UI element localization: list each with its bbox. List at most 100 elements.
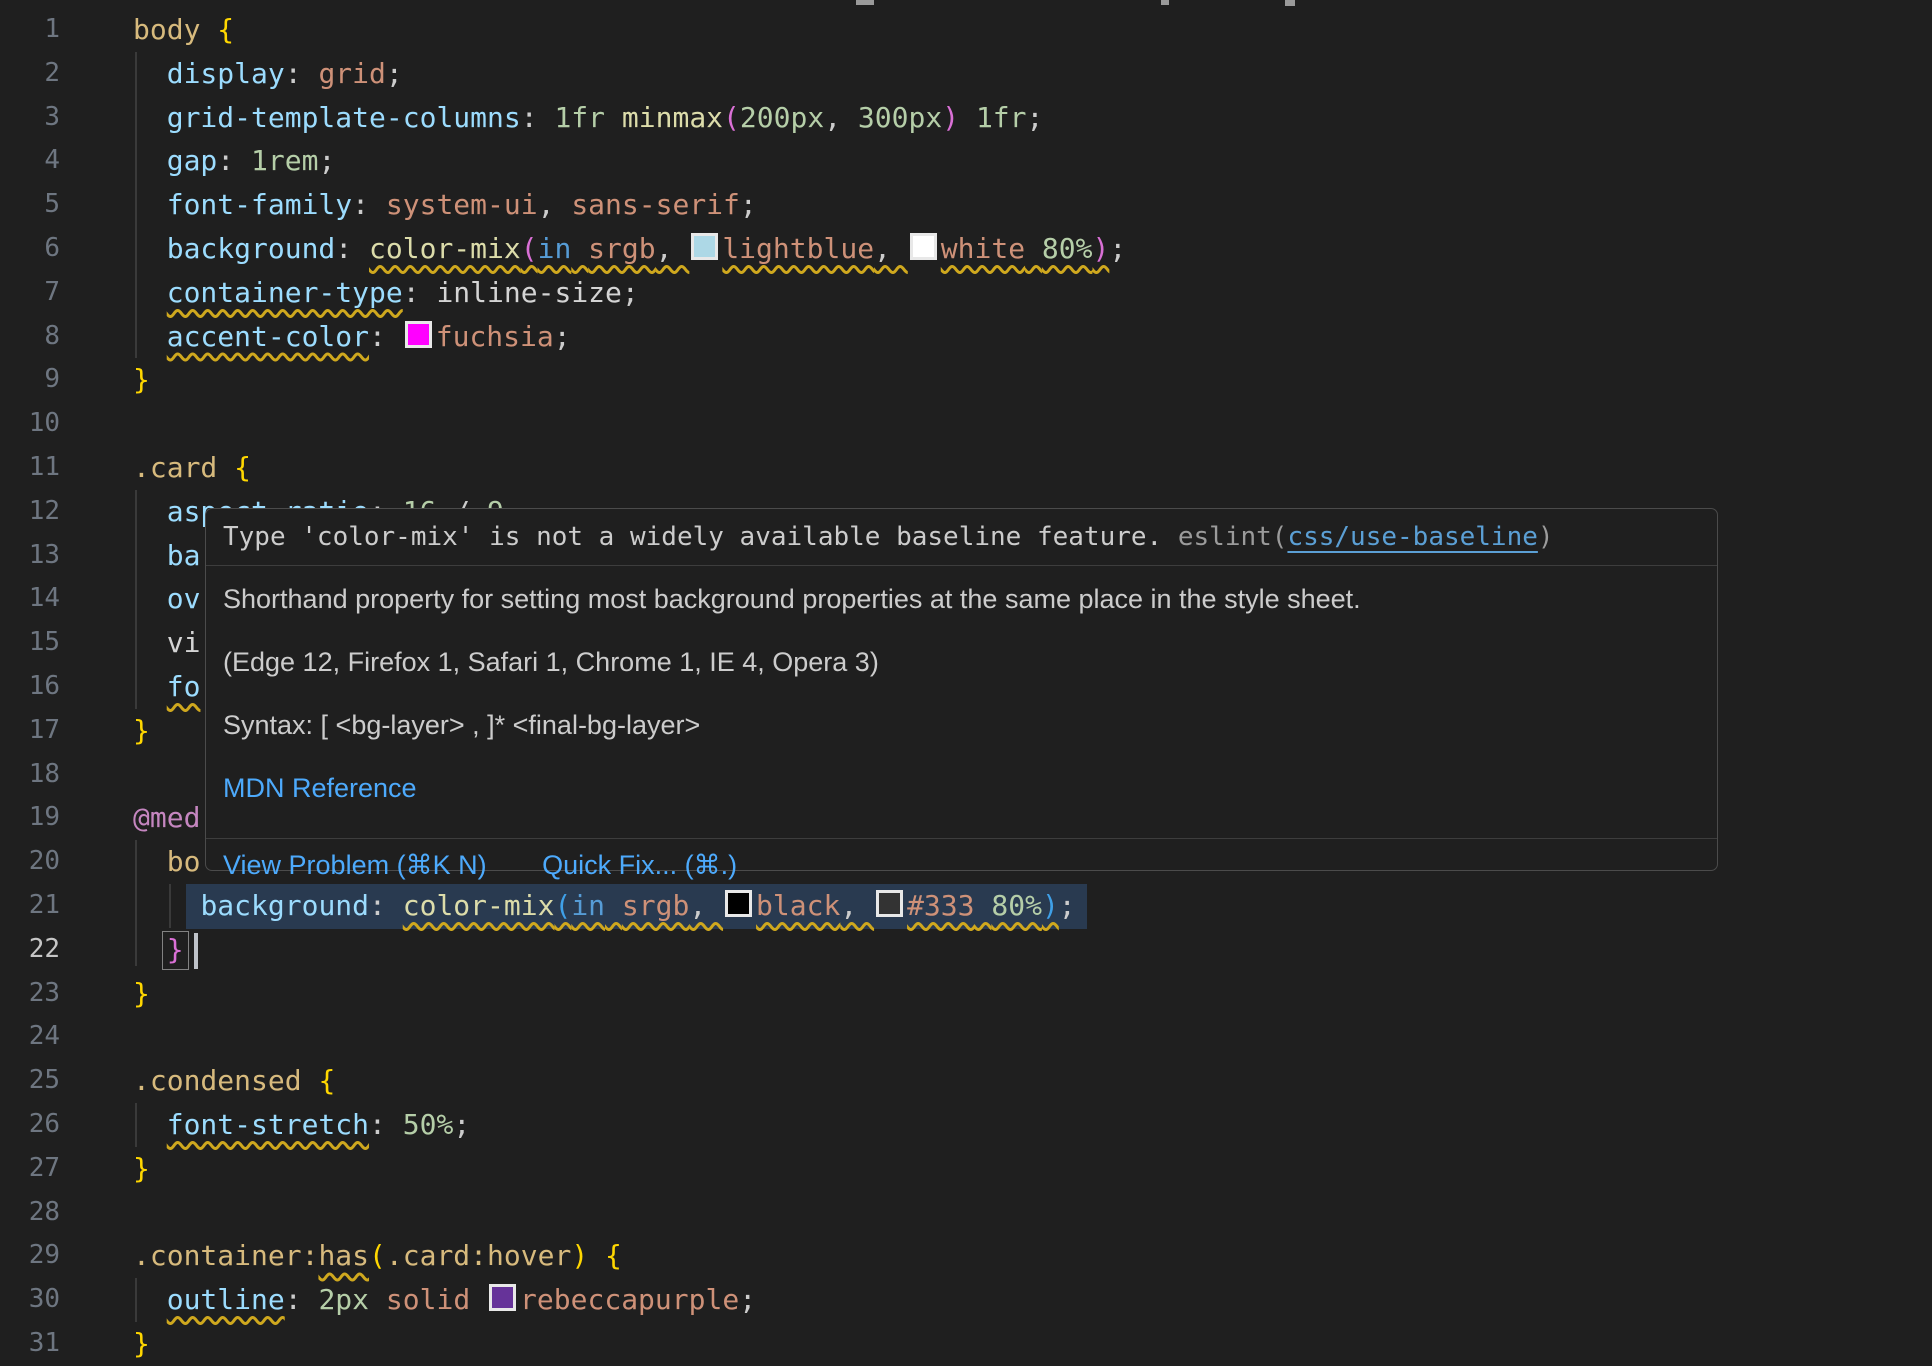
token: minmax [622, 101, 723, 134]
line-number: 19 [0, 796, 60, 840]
token: gap [167, 144, 218, 177]
line-content: .container:has(.card:hover) { [60, 1234, 622, 1278]
token: @med [133, 801, 200, 834]
token: : [403, 276, 437, 309]
line-content: accent-color: fuchsia; [60, 315, 571, 359]
color-swatch[interactable] [725, 890, 752, 917]
token: : [369, 889, 403, 922]
token: .card [133, 451, 217, 484]
line-content: .card { [60, 446, 251, 490]
clipped-line-fragment [856, 0, 874, 5]
token: ; [453, 1108, 470, 1141]
line-number: 1 [0, 8, 60, 52]
token [133, 626, 167, 659]
code-line[interactable]: 22 } [0, 928, 1932, 972]
token [133, 188, 167, 221]
code-line[interactable]: 30 outline: 2px solid rebeccapurple; [0, 1278, 1932, 1322]
quick-fix-action[interactable]: Quick Fix... (⌘.) [542, 852, 737, 879]
code-line[interactable]: 3 grid-template-columns: 1fr minmax(200p… [0, 96, 1932, 140]
code-line[interactable]: 1body { [0, 8, 1932, 52]
token: #333 [907, 889, 974, 922]
color-swatch[interactable] [691, 233, 718, 260]
token: ; [554, 320, 571, 353]
code-line[interactable]: 5 font-family: system-ui, sans-serif; [0, 183, 1932, 227]
token: 1fr [976, 101, 1027, 134]
token: display [167, 57, 285, 90]
view-problem-action[interactable]: View Problem (⌘K N) [223, 852, 487, 879]
code-line[interactable]: 9} [0, 358, 1932, 402]
token: color-mix [369, 232, 521, 265]
code-line[interactable]: 25.condensed { [0, 1059, 1932, 1103]
line-content: } [60, 1322, 150, 1366]
token: : [352, 188, 386, 221]
line-content: body { [60, 8, 234, 52]
mdn-reference-link[interactable]: MDN Reference [223, 773, 417, 803]
token: outline [167, 1283, 285, 1316]
line-number: 23 [0, 972, 60, 1016]
token [133, 539, 167, 572]
line-content [60, 1015, 133, 1059]
code-line[interactable]: 4 gap: 1rem; [0, 139, 1932, 183]
token: solid [386, 1283, 470, 1316]
color-swatch[interactable] [405, 321, 432, 348]
token: 80% [1042, 232, 1093, 265]
code-line[interactable]: 10 [0, 402, 1932, 446]
token: ; [318, 144, 335, 177]
line-number: 3 [0, 96, 60, 140]
token: , [824, 101, 858, 134]
token: .condensed [133, 1064, 302, 1097]
eslint-rule-link[interactable]: css/use-baseline [1287, 522, 1537, 552]
code-line[interactable]: 7 container-type: inline-size; [0, 271, 1932, 315]
code-line[interactable]: 27} [0, 1147, 1932, 1191]
token: body [133, 13, 200, 46]
color-swatch[interactable] [910, 233, 937, 260]
token [571, 232, 588, 265]
line-number: 21 [0, 884, 60, 928]
line-number: 25 [0, 1059, 60, 1103]
line-number: 24 [0, 1015, 60, 1059]
color-swatch[interactable] [876, 890, 903, 917]
token [470, 1283, 487, 1316]
token: ov [167, 582, 201, 615]
code-line[interactable]: 28 [0, 1191, 1932, 1235]
line-number: 12 [0, 490, 60, 534]
line-content: font-family: system-ui, sans-serif; [60, 183, 757, 227]
code-line[interactable]: 26 font-stretch: 50%; [0, 1103, 1932, 1147]
color-swatch[interactable] [489, 1284, 516, 1311]
token: black [756, 889, 840, 922]
code-line[interactable]: 31} [0, 1322, 1932, 1366]
token: 80% [991, 889, 1042, 922]
code-line[interactable]: 2 display: grid; [0, 52, 1932, 96]
code-line[interactable]: 29.container:has(.card:hover) { [0, 1234, 1932, 1278]
property-description: Shorthand property for setting most back… [223, 586, 1700, 613]
line-number: 30 [0, 1278, 60, 1322]
line-content: grid-template-columns: 1fr minmax(200px,… [60, 96, 1043, 140]
line-content: .condensed { [60, 1059, 335, 1103]
line-content: @med [60, 796, 200, 840]
code-line[interactable]: 24 [0, 1015, 1932, 1059]
diagnostic-text: Type 'color-mix' is not a widely availab… [223, 522, 1178, 552]
line-number: 20 [0, 840, 60, 884]
token: , [840, 889, 874, 922]
token: } [133, 977, 150, 1010]
token [133, 101, 167, 134]
token [133, 1283, 167, 1316]
line-number: 8 [0, 315, 60, 359]
token: accent-color [167, 320, 369, 353]
token: ( [723, 101, 740, 134]
code-line[interactable]: 11.card { [0, 446, 1932, 490]
code-line[interactable]: 8 accent-color: fuchsia; [0, 315, 1932, 359]
token [133, 845, 167, 878]
token [133, 889, 200, 922]
token: in [538, 232, 572, 265]
line-content: font-stretch: 50%; [60, 1103, 470, 1147]
code-line[interactable]: 23} [0, 972, 1932, 1016]
token: inline-size [436, 276, 621, 309]
token: ; [1059, 889, 1076, 922]
token: fuchsia [436, 320, 554, 353]
token: : [285, 1283, 319, 1316]
line-content: fo [60, 665, 200, 709]
token: , [656, 232, 690, 265]
code-line[interactable]: 6 background: color-mix(in srgb, lightbl… [0, 227, 1932, 271]
token: container-type [167, 276, 403, 309]
